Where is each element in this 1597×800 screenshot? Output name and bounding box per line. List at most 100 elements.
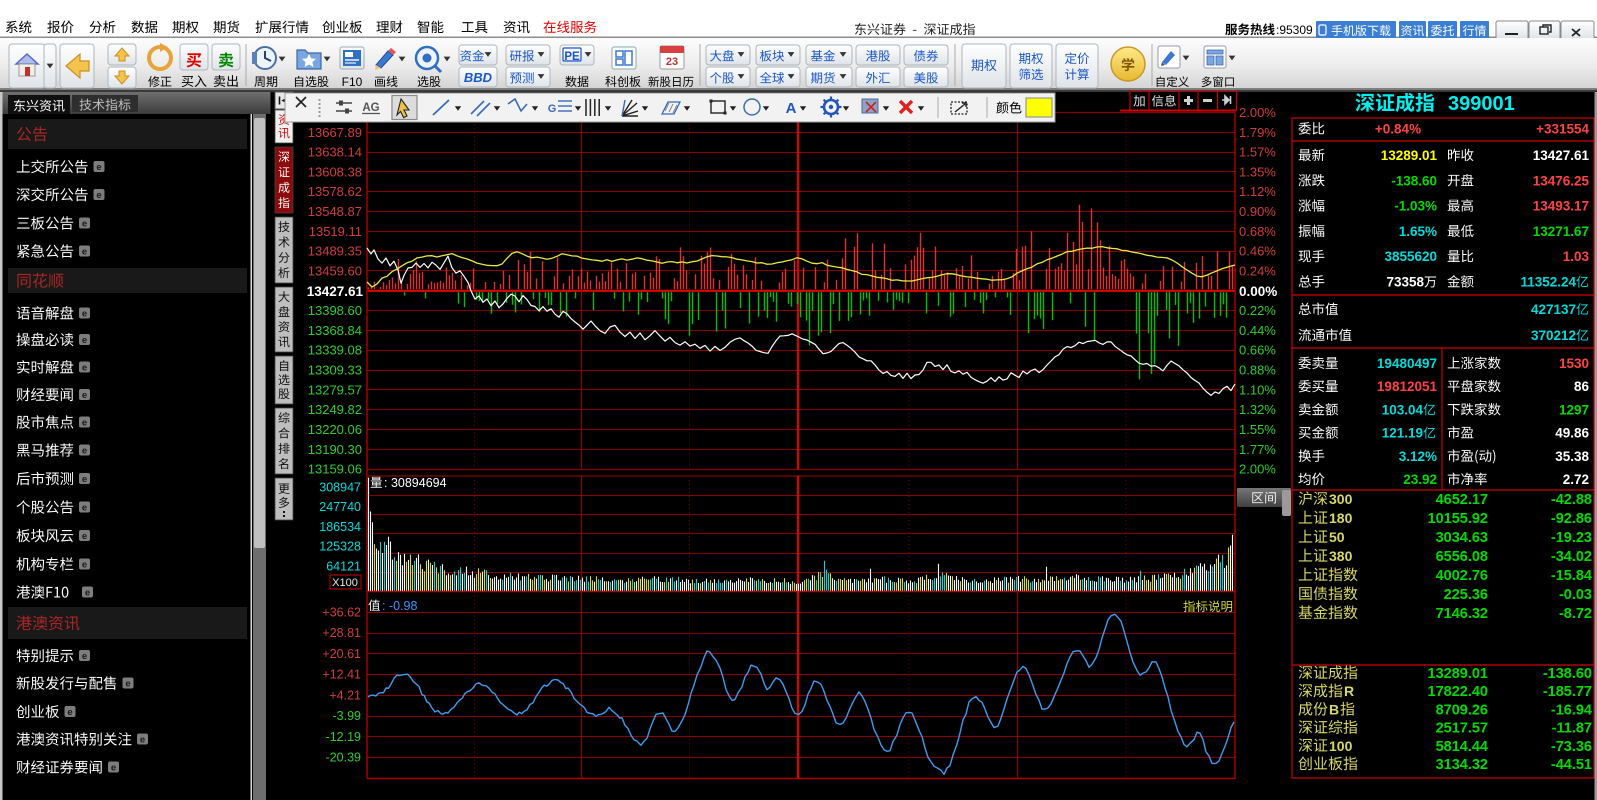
svg-text:e: e <box>140 735 145 746</box>
svg-text:13190.30: 13190.30 <box>308 442 362 457</box>
svg-text:-138.60: -138.60 <box>1543 666 1592 682</box>
svg-text:13289.01: 13289.01 <box>1428 666 1488 682</box>
svg-text:73358: 73358 <box>1386 275 1424 290</box>
svg-text:308947: 308947 <box>319 481 361 495</box>
svg-text:A: A <box>786 100 797 117</box>
svg-text:23.92: 23.92 <box>1403 472 1437 487</box>
svg-text:13459.60: 13459.60 <box>308 264 362 279</box>
svg-text:1.65%: 1.65% <box>1399 224 1437 239</box>
svg-text:B: B <box>1329 701 1339 717</box>
svg-text:-42.88: -42.88 <box>1551 492 1592 508</box>
svg-text:-0.03: -0.03 <box>1559 587 1592 603</box>
svg-text:-15.84: -15.84 <box>1551 568 1592 584</box>
svg-text:4652.17: 4652.17 <box>1436 492 1488 508</box>
svg-text:1.55%: 1.55% <box>1239 422 1276 437</box>
svg-text:13427.61: 13427.61 <box>1533 148 1590 163</box>
svg-text:13398.60: 13398.60 <box>308 303 362 318</box>
svg-text:e: e <box>82 390 87 401</box>
svg-text:G: G <box>548 103 557 115</box>
svg-text:0.66%: 0.66% <box>1239 343 1276 358</box>
svg-text:380: 380 <box>1329 548 1353 564</box>
svg-text:1.79%: 1.79% <box>1239 125 1276 140</box>
svg-text:0.44%: 0.44% <box>1239 323 1276 338</box>
svg-text:2517.57: 2517.57 <box>1436 721 1488 737</box>
svg-text:1.35%: 1.35% <box>1239 164 1276 179</box>
svg-text:100: 100 <box>1329 738 1353 754</box>
svg-text:13548.87: 13548.87 <box>308 204 362 219</box>
svg-text:0.24%: 0.24% <box>1239 264 1276 279</box>
svg-text:13368.84: 13368.84 <box>308 323 362 338</box>
svg-text:8709.26: 8709.26 <box>1436 702 1488 718</box>
svg-text:0.90%: 0.90% <box>1239 204 1276 219</box>
svg-text:e: e <box>82 418 87 429</box>
svg-text:e: e <box>111 763 116 774</box>
svg-text:R: R <box>1344 683 1354 699</box>
svg-text:: -0.98: : -0.98 <box>382 599 417 613</box>
svg-text:e: e <box>85 588 90 599</box>
svg-text:370212: 370212 <box>1531 328 1576 343</box>
svg-text:1297: 1297 <box>1559 402 1589 417</box>
svg-text:13608.38: 13608.38 <box>308 164 362 179</box>
svg-text:427137: 427137 <box>1531 302 1576 317</box>
svg-text:86: 86 <box>1574 379 1590 394</box>
svg-text:49.86: 49.86 <box>1555 426 1589 441</box>
svg-text:3.12%: 3.12% <box>1399 449 1437 464</box>
svg-text:3034.63: 3034.63 <box>1436 530 1488 546</box>
svg-text:e: e <box>96 162 101 173</box>
svg-text:23: 23 <box>666 56 678 68</box>
svg-text:13309.33: 13309.33 <box>308 363 362 378</box>
svg-text:0.46%: 0.46% <box>1239 244 1276 259</box>
svg-text:35.38: 35.38 <box>1555 449 1589 464</box>
svg-text:1.03: 1.03 <box>1563 249 1590 264</box>
svg-text:-11.87: -11.87 <box>1552 721 1592 737</box>
svg-text:180: 180 <box>1329 510 1353 526</box>
svg-text:4002.76: 4002.76 <box>1436 568 1488 584</box>
svg-text:3855620: 3855620 <box>1384 249 1437 264</box>
svg-text:1.12%: 1.12% <box>1239 184 1276 199</box>
svg-text:-138.60: -138.60 <box>1391 173 1437 188</box>
svg-text:247740: 247740 <box>319 500 361 514</box>
svg-text:64121: 64121 <box>326 559 361 573</box>
svg-text:13519.11: 13519.11 <box>309 224 362 239</box>
svg-text:186534: 186534 <box>319 520 361 534</box>
svg-text:17822.40: 17822.40 <box>1428 684 1488 700</box>
svg-text:-12.19: -12.19 <box>326 730 361 744</box>
svg-text:1.32%: 1.32% <box>1239 402 1276 417</box>
svg-text:+12.41: +12.41 <box>322 668 361 682</box>
svg-text:: 30894694: : 30894694 <box>384 476 447 490</box>
svg-text:0.68%: 0.68% <box>1239 224 1276 239</box>
svg-text:BBD: BBD <box>464 70 493 85</box>
svg-text:e: e <box>82 474 87 485</box>
svg-text:-34.02: -34.02 <box>1551 549 1592 565</box>
svg-text:AG: AG <box>362 102 379 114</box>
svg-text:e: e <box>82 560 87 571</box>
svg-text:11352.24: 11352.24 <box>1520 275 1576 290</box>
svg-text:13339.08: 13339.08 <box>308 343 362 358</box>
svg-text:e: e <box>82 531 87 542</box>
svg-text:13220.06: 13220.06 <box>308 422 362 437</box>
svg-text:2.72: 2.72 <box>1563 472 1589 487</box>
svg-text:e: e <box>82 309 87 320</box>
svg-text:e: e <box>82 219 87 230</box>
svg-text:+36.62: +36.62 <box>322 605 361 619</box>
svg-text:0.00%: 0.00% <box>1239 284 1277 299</box>
svg-text:300: 300 <box>1329 491 1353 507</box>
svg-text:+4.21: +4.21 <box>329 688 361 702</box>
svg-text:1530: 1530 <box>1559 356 1589 371</box>
svg-text:399001: 399001 <box>1448 93 1515 115</box>
svg-text:-1.03%: -1.03% <box>1394 199 1437 214</box>
svg-text:e: e <box>82 503 87 514</box>
svg-text:225.36: 225.36 <box>1444 587 1488 603</box>
svg-text:e: e <box>82 363 87 374</box>
svg-text:0.88%: 0.88% <box>1239 363 1276 378</box>
svg-text:50: 50 <box>1329 529 1345 545</box>
svg-text:13476.25: 13476.25 <box>1533 173 1590 188</box>
svg-text:-19.23: -19.23 <box>1551 530 1592 546</box>
svg-text:+20.61: +20.61 <box>322 647 361 661</box>
svg-text:-185.77: -185.77 <box>1543 684 1592 700</box>
svg-text:-3.99: -3.99 <box>333 709 362 723</box>
svg-text:13493.17: 13493.17 <box>1533 199 1589 214</box>
svg-text:e: e <box>125 679 130 690</box>
svg-text:+0.84%: +0.84% <box>1375 122 1421 137</box>
svg-text:13427.61: 13427.61 <box>307 284 364 299</box>
